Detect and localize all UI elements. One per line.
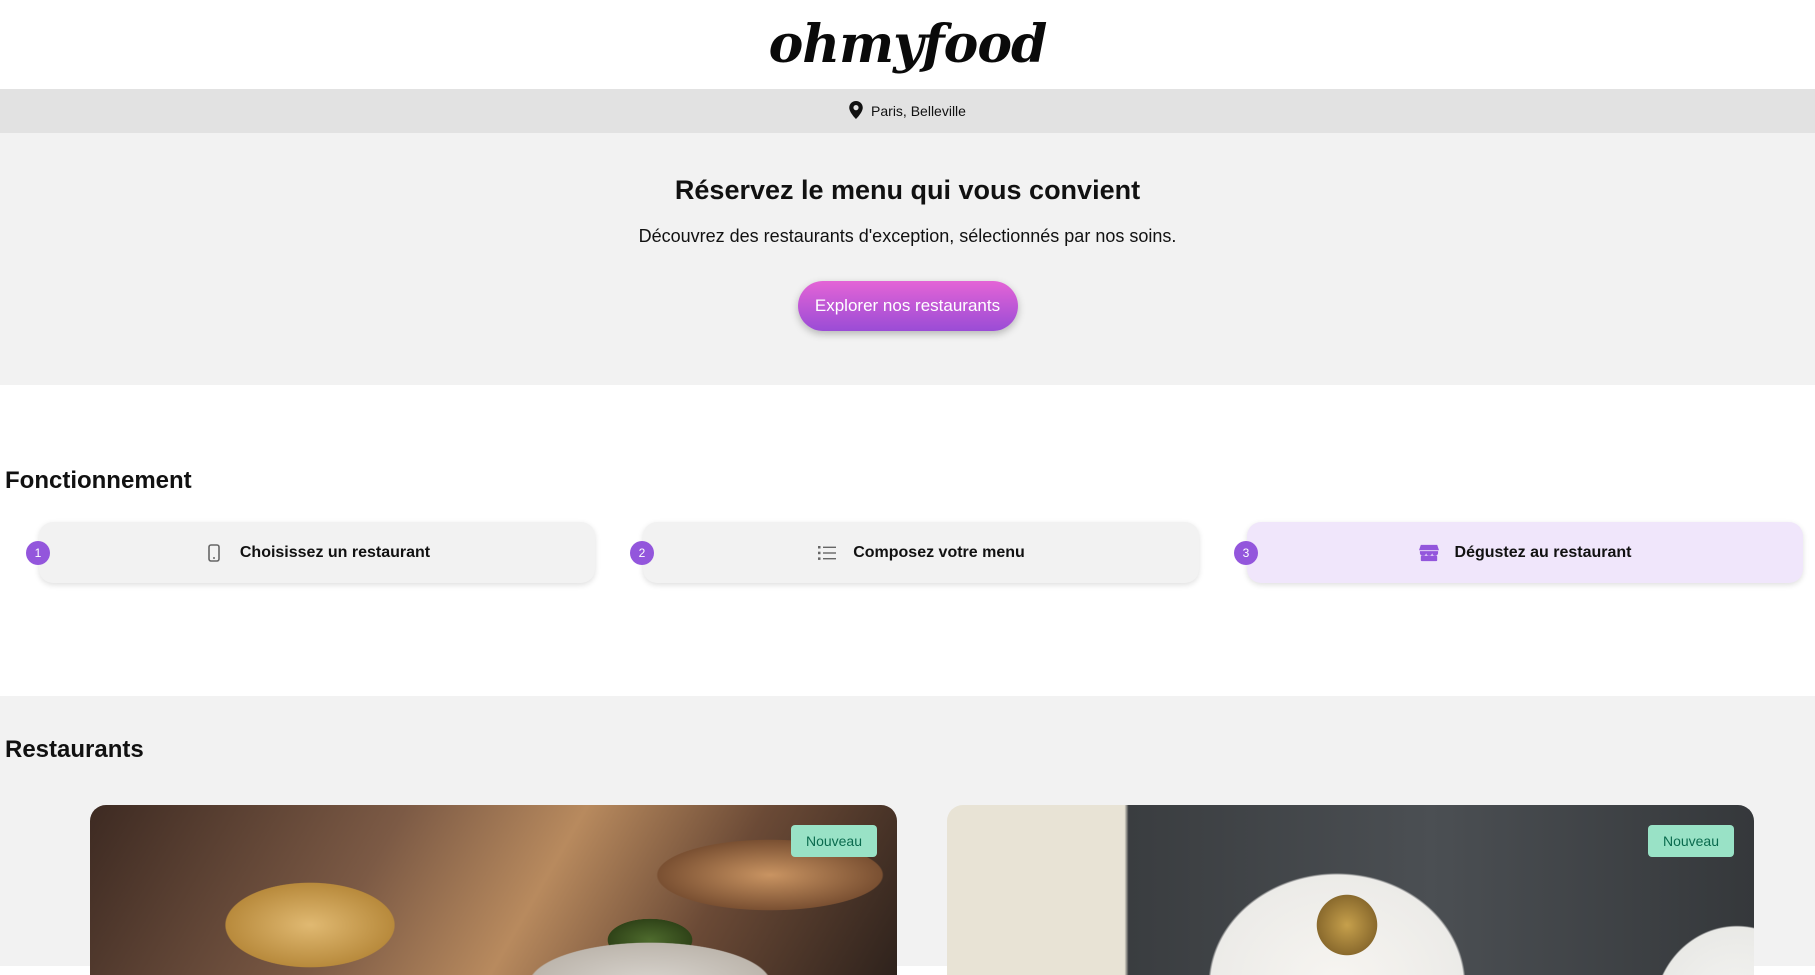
hero-section: Réservez le menu qui vous convient Décou…	[0, 133, 1815, 385]
section-title-how: Fonctionnement	[5, 467, 192, 494]
step-number-badge: 2	[630, 541, 654, 565]
new-badge: Nouveau	[790, 825, 877, 857]
location-bar: Paris, Belleville	[0, 89, 1815, 133]
explore-restaurants-button[interactable]: Explorer nos restaurants	[797, 281, 1018, 331]
list-icon	[817, 543, 837, 563]
restaurant-card-1[interactable]: Nouveau	[90, 805, 897, 975]
step-label: Composez votre menu	[853, 543, 1025, 561]
step-label: Dégustez au restaurant	[1454, 543, 1632, 561]
location-text: Paris, Belleville	[871, 103, 966, 119]
mobile-phone-icon	[204, 543, 224, 563]
step-card-3[interactable]: 3 Dégustez au restaurant	[1234, 522, 1803, 583]
restaurants-section: Restaurants Nouveau Nouveau	[0, 696, 1815, 975]
step-card-2[interactable]: 2 Composez votre menu	[630, 522, 1199, 583]
site-header: ohmyfood	[0, 0, 1815, 89]
step-number-badge: 1	[26, 541, 50, 565]
store-icon	[1418, 543, 1439, 563]
hero-subtitle: Découvrez des restaurants d'exception, s…	[638, 226, 1177, 246]
restaurant-image: Nouveau	[947, 805, 1754, 975]
new-badge: Nouveau	[1647, 825, 1734, 857]
hero-title: Réservez le menu qui vous convient	[674, 175, 1141, 205]
step-number-badge: 3	[1234, 541, 1258, 565]
how-it-works-section: Fonctionnement 1 Choisissez un restauran…	[0, 385, 1815, 696]
restaurant-image: Nouveau	[90, 805, 897, 975]
map-pin-icon	[849, 100, 863, 122]
step-card-1[interactable]: 1 Choisissez un restaurant	[26, 522, 595, 583]
section-title-restaurants: Restaurants	[5, 736, 144, 763]
site-logo[interactable]: ohmyfood	[769, 14, 1048, 75]
step-label: Choisissez un restaurant	[239, 543, 431, 561]
restaurant-card-2[interactable]: Nouveau	[947, 805, 1754, 975]
